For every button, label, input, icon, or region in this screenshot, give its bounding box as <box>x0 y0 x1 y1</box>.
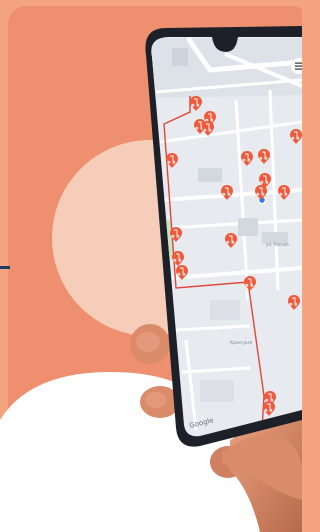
accent-line <box>0 266 10 269</box>
promo-scene: Кренгуаля ул. Лесная Google <box>0 0 302 532</box>
scene-canvas: Кренгуаля ул. Лесная Google <box>0 6 302 532</box>
street-label-1: Кренгуаля <box>230 340 253 345</box>
street-label-2: ул. Лесная <box>266 242 289 247</box>
hamburger-icon <box>295 62 302 70</box>
